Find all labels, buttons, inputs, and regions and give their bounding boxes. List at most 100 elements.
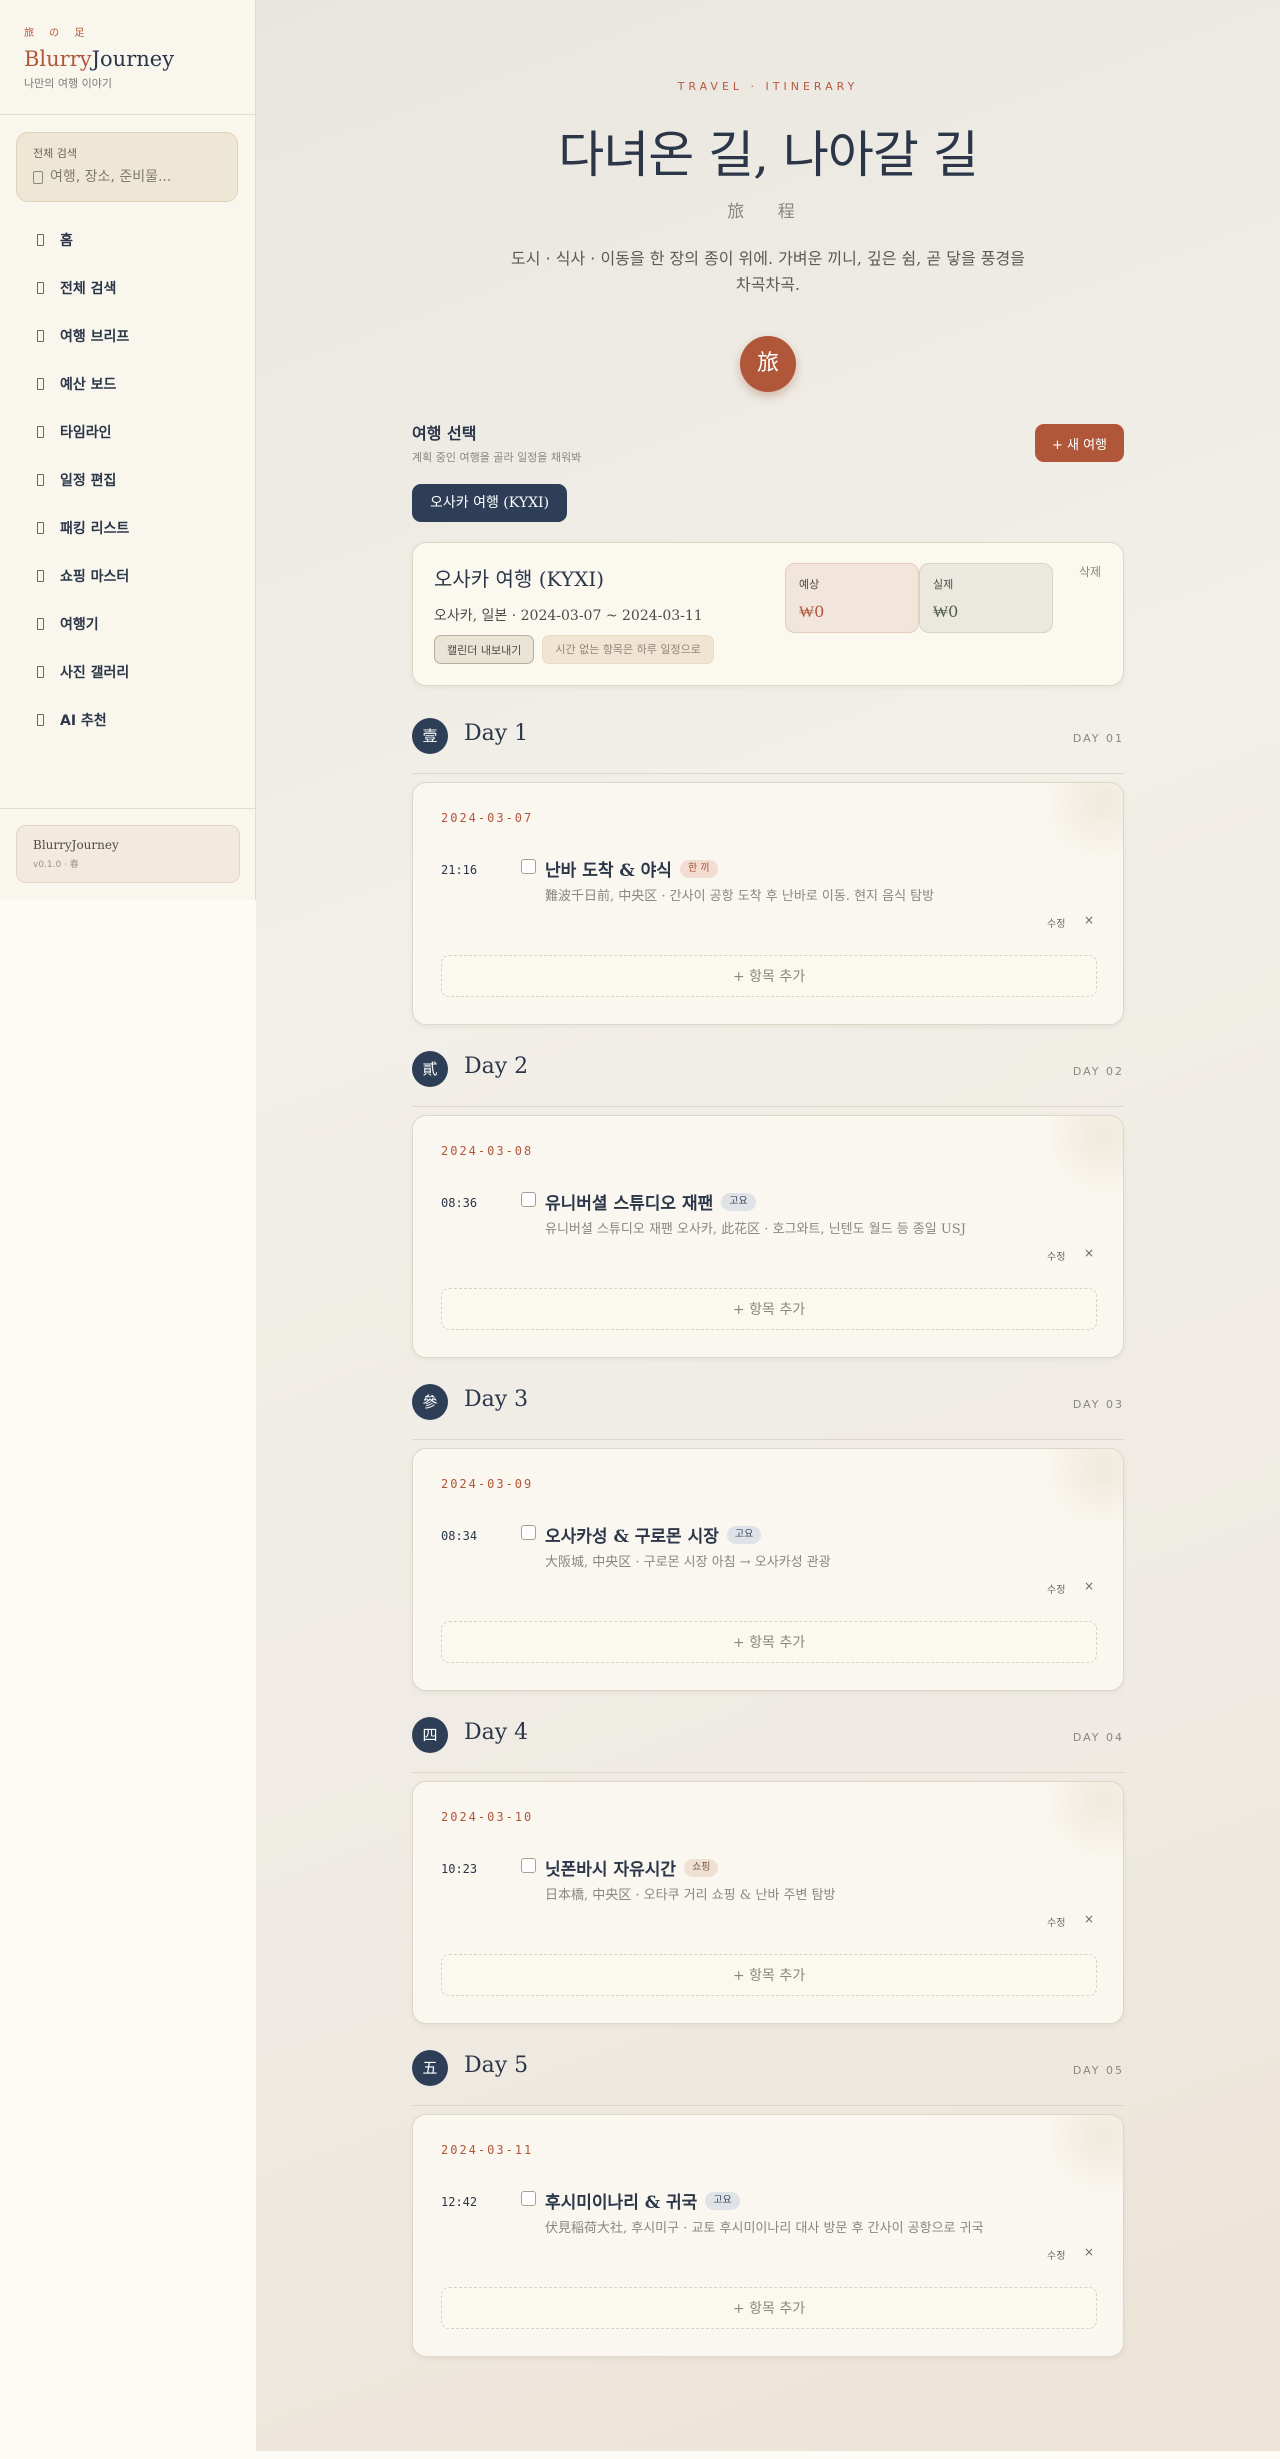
brand-subtitle: 나만의 여행 이야기 [24, 77, 112, 90]
day-date: 2024-03-11 [441, 2143, 534, 2157]
item-edit-button[interactable]: 수정 [1047, 915, 1065, 930]
day-header: 四 Day 4 DAY 04 [412, 1717, 1124, 1773]
brand-logo[interactable]: BlurryJourney [24, 47, 231, 71]
calendar-export-button[interactable]: 캘린더 내보내기 [434, 635, 535, 664]
sidebar-nav: 홈전체 검색여행 브리프 예산 보드 타임라인일정 편집패킹 리스트 쇼핑 마스터 여행… [0, 216, 256, 744]
sidebar-item-6[interactable]: 패킹 리스트 [0, 504, 256, 552]
budget-expected-value: ₩0 [799, 602, 825, 621]
item-delete-button[interactable]: × [1084, 1579, 1094, 1593]
item-tag: 고요 [721, 1192, 756, 1211]
item-description: 유니버셜 스튜디오 재팬 오사카, 此花区 · 호그와트, 닌텐도 월드 등 종… [545, 1222, 966, 1237]
item-title-text: 후시미이나리 & 귀국 [545, 2193, 698, 2213]
sidebar-item-9[interactable]: 사진 갤러리 [0, 648, 256, 696]
day-code: DAY 05 [1072, 2064, 1124, 2077]
item-edit-button[interactable]: 수정 [1047, 1581, 1065, 1596]
trip-summary-card: 오사카 여행 (KYXI) 오사카, 일본 · 2024-03-07 ~ 202… [412, 542, 1124, 686]
day-date: 2024-03-08 [441, 1144, 534, 1158]
sidebar-item-7[interactable]: 쇼핑 마스터 [0, 552, 256, 600]
page-title: 다녀온 길, 나아갈 길 [558, 126, 979, 184]
day-number-badge: 參 [412, 1384, 448, 1420]
day-date: 2024-03-09 [441, 1477, 534, 1491]
add-item-button[interactable]: + 항목 추가 [441, 1954, 1097, 1996]
sidebar-item-1[interactable]: 전체 검색 [0, 264, 256, 312]
add-item-button[interactable]: + 항목 추가 [441, 1288, 1097, 1330]
app-name: BlurryJourney [33, 838, 119, 852]
add-item-button[interactable]: + 항목 추가 [441, 1621, 1097, 1663]
hero-description: 도시 · 식사 · 이동을 한 장의 종이 위에. 가벼운 끼니, 깊은 쉼, … [511, 249, 1025, 294]
item-tag: 쇼핑 [684, 1858, 719, 1877]
item-tag: 고요 [705, 2191, 740, 2210]
brand: 旅 の 足 BlurryJourney 나만의 여행 이야기 [0, 0, 255, 115]
day-date: 2024-03-07 [441, 811, 534, 825]
item-title-text: 유니버셜 스튜디오 재팬 [545, 1194, 714, 1214]
search-icon [37, 282, 44, 294]
hero-badge: 旅 [740, 336, 796, 392]
day-header: 參 Day 3 DAY 03 [412, 1384, 1124, 1440]
hero: TRAVEL · ITINERARY 다녀온 길, 나아갈 길 旅 程 도시 ·… [256, 80, 1280, 392]
day-section: 五 Day 5 DAY 05 2024-03-11 12:42 후시미이나리 & 귀국 고요… [412, 2050, 1124, 2357]
item-delete-button[interactable]: × [1084, 1912, 1094, 1926]
new-trip-button[interactable]: + 새 여행 [1035, 424, 1124, 462]
day-code: DAY 02 [1072, 1065, 1124, 1078]
untimed-note: 시간 없는 항목은 하루 일정으로 [542, 635, 714, 664]
budget-actual: 실제 ₩0 [919, 563, 1053, 633]
item-checkbox[interactable] [521, 1858, 536, 1873]
gallery-icon [37, 666, 44, 678]
day-code: DAY 03 [1072, 1398, 1124, 1411]
sidebar-item-0[interactable]: 홈 [0, 216, 256, 264]
day-title: Day 3 [464, 1387, 529, 1412]
brand-name-part2: Journey [91, 47, 175, 71]
brand-kanji: 旅 の 足 [24, 28, 91, 39]
day-number-badge: 貳 [412, 1051, 448, 1087]
item-time: 21:16 [441, 863, 478, 877]
trip-chip-selected[interactable]: 오사카 여행 (KYXI) [412, 484, 568, 522]
item-checkbox[interactable] [521, 859, 536, 874]
item-delete-button[interactable]: × [1084, 913, 1094, 927]
sidebar-item-3[interactable]: 예산 보드 [0, 360, 256, 408]
sidebar-item-2[interactable]: 여행 브리프 [0, 312, 256, 360]
item-title: 난바 도착 & 야식 한 끼 [545, 856, 718, 881]
day-header: 壹 Day 1 DAY 01 [412, 718, 1124, 774]
hero-kanji: 旅 程 [727, 202, 809, 222]
item-delete-button[interactable]: × [1084, 1246, 1094, 1260]
day-number-badge: 四 [412, 1717, 448, 1753]
item-edit-button[interactable]: 수정 [1047, 1248, 1065, 1263]
sidebar-item-label: 전체 검색 [60, 281, 117, 297]
sidebar-footer: BlurryJourney v0.1.0 · 春 [0, 808, 256, 899]
day-card: 2024-03-09 08:34 오사카성 & 구로몬 시장 고요 大阪城, 中央区 ·… [412, 1448, 1124, 1691]
item-title-text: 오사카성 & 구로몬 시장 [545, 1527, 719, 1547]
delete-trip-button[interactable]: 삭제 [1079, 563, 1101, 580]
sidebar-item-label: 사진 갤러리 [60, 665, 130, 681]
item-checkbox[interactable] [521, 1192, 536, 1207]
sidebar-item-4[interactable]: 타임라인 [0, 408, 256, 456]
trip-selector-subtitle: 계획 중인 여행을 골라 일정을 채워봐 [412, 451, 582, 464]
item-checkbox[interactable] [521, 1525, 536, 1540]
item-edit-button[interactable]: 수정 [1047, 1914, 1065, 1929]
item-time: 08:34 [441, 1529, 478, 1543]
sidebar-item-label: 일정 편집 [60, 473, 117, 489]
item-time: 08:36 [441, 1196, 478, 1210]
item-delete-button[interactable]: × [1084, 2245, 1094, 2259]
search-label: 전체 검색 [33, 147, 77, 160]
sidebar-item-10[interactable]: AI 추천 [0, 696, 256, 744]
item-checkbox[interactable] [521, 2191, 536, 2206]
trip-name: 오사카 여행 (KYXI) [434, 567, 605, 591]
brand-name-part1: Blurry [24, 47, 92, 71]
search-row [33, 169, 221, 185]
sidebar-item-5[interactable]: 일정 편집 [0, 456, 256, 504]
add-item-button[interactable]: + 항목 추가 [441, 2287, 1097, 2329]
item-title-text: 난바 도착 & 야식 [545, 861, 672, 881]
sidebar-item-8[interactable]: 여행기 [0, 600, 256, 648]
item-description: 伏見稲荷大社, 후시미구 · 교토 후시미이나리 대사 방문 후 간사이 공항으… [545, 2221, 984, 2236]
day-card: 2024-03-08 08:36 유니버셜 스튜디오 재팬 고요유니버셜 스튜디오 재… [412, 1115, 1124, 1358]
day-section: 貳 Day 2 DAY 02 2024-03-08 08:36 유니버셜 스튜디오 재팬 고… [412, 1051, 1124, 1358]
search-icon [33, 170, 43, 184]
version-card: BlurryJourney v0.1.0 · 春 [16, 825, 240, 883]
search-input[interactable] [50, 169, 210, 185]
item-time: 10:23 [441, 1862, 478, 1876]
add-item-button[interactable]: + 항목 추가 [441, 955, 1097, 997]
journal-icon [37, 618, 44, 630]
budget-actual-label: 실제 [933, 578, 954, 591]
day-code: DAY 04 [1072, 1731, 1124, 1744]
item-edit-button[interactable]: 수정 [1047, 2247, 1065, 2262]
